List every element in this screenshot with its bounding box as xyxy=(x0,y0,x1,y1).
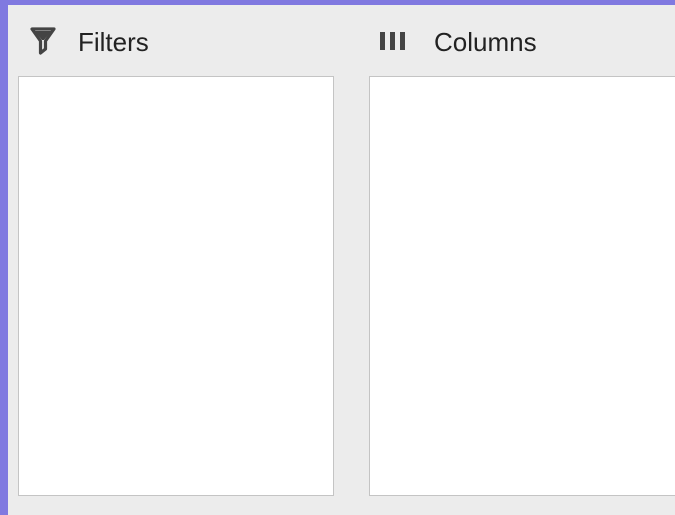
filters-drop-zone[interactable] xyxy=(18,76,334,496)
columns-drop-zone[interactable] xyxy=(369,76,675,496)
filters-header: Filters xyxy=(28,23,149,61)
pivot-fields-panel: Filters Columns xyxy=(8,5,675,515)
columns-icon xyxy=(376,27,412,57)
columns-header: Columns xyxy=(376,23,537,61)
funnel-icon xyxy=(28,25,58,59)
columns-label: Columns xyxy=(434,27,537,57)
filters-label: Filters xyxy=(78,27,149,57)
